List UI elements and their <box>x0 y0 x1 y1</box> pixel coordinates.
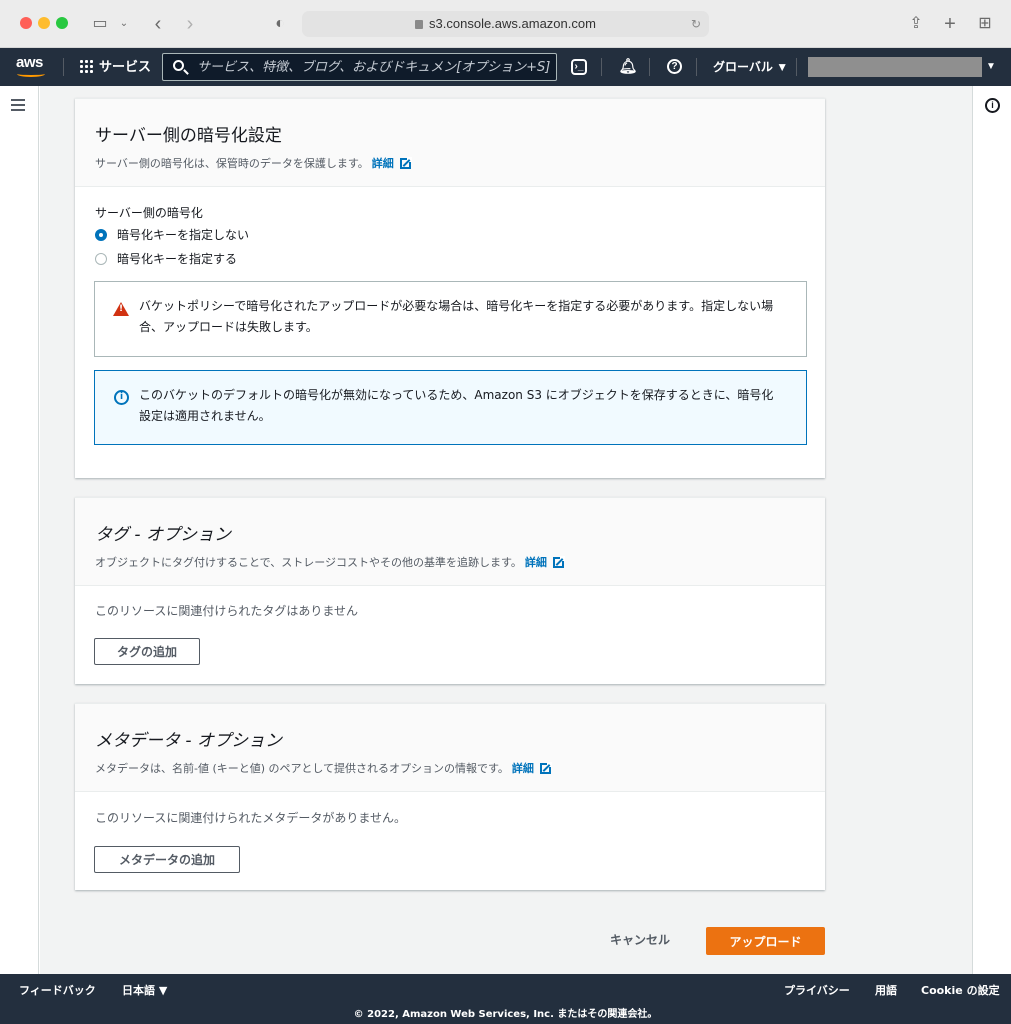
cancel-button[interactable]: キャンセル <box>610 926 670 954</box>
encryption-field-label: サーバー側の暗号化 <box>95 206 203 220</box>
metadata-description: メタデータは、名前-値 (キーと値) のペアとして提供されるオプションの情報です… <box>95 760 805 776</box>
metadata-title: メタデータ - オプション <box>95 731 282 751</box>
encryption-panel-header: サーバー側の暗号化設定 サーバー側の暗号化は、保管時のデータを保護します。 詳細 <box>75 99 825 187</box>
grid-icon <box>79 59 93 73</box>
radio-unselected[interactable] <box>95 252 107 265</box>
encryption-description-text: サーバー側の暗号化は、保管時のデータを保護します。 <box>95 157 369 170</box>
share-icon[interactable]: ⇪ <box>906 13 926 35</box>
info-icon[interactable]: i <box>985 98 1000 113</box>
back-icon[interactable]: ‹ <box>148 13 168 35</box>
tags-panel-header: タグ - オプション オブジェクトにタグ付けすることで、ストレージコストやその他… <box>75 498 825 586</box>
cloudshell-icon[interactable]: ›_ <box>571 59 587 75</box>
warning-text: バケットポリシーで暗号化されたアップロードが必要な場合は、暗号化キーを指定する必… <box>139 299 774 334</box>
services-label: サービス <box>99 59 152 74</box>
tags-empty-text: このリソースに関連付けられたタグはありません <box>95 604 359 618</box>
tags-panel: タグ - オプション オブジェクトにタグ付けすることで、ストレージコストやその他… <box>75 497 825 684</box>
url-text: s3.console.aws.amazon.com <box>429 16 596 31</box>
sidebar-toggle-icon[interactable]: ▭ <box>90 13 110 35</box>
cookie-preferences-link[interactable]: Cookie の設定 <box>921 982 1000 998</box>
menu-icon[interactable] <box>11 99 25 111</box>
address-bar[interactable]: s3.console.aws.amazon.com ↻ <box>302 11 709 37</box>
search-input[interactable] <box>197 54 552 80</box>
nav-divider <box>63 58 64 76</box>
metadata-info-link[interactable]: 詳細 <box>512 762 534 775</box>
tags-title: タグ - オプション <box>95 525 231 545</box>
encryption-title: サーバー側の暗号化設定 <box>95 126 282 146</box>
nav-divider <box>601 58 602 76</box>
add-metadata-button[interactable]: メタデータの追加 <box>94 846 240 873</box>
add-tag-button[interactable]: タグの追加 <box>94 638 200 665</box>
bell-icon[interactable]: 🔔︎ <box>618 57 638 77</box>
nav-divider <box>649 58 650 76</box>
close-window-button[interactable] <box>20 17 32 29</box>
radio-label: 暗号化キーを指定する <box>117 252 238 266</box>
tags-description: オブジェクトにタグ付けすることで、ストレージコストやその他の基準を追跡します。詳… <box>95 554 805 570</box>
external-link-icon[interactable] <box>399 157 412 169</box>
region-selector[interactable]: グローバル ▼ <box>713 48 788 86</box>
encryption-description: サーバー側の暗号化は、保管時のデータを保護します。 詳細 <box>95 155 805 171</box>
account-menu-caret[interactable]: ▼ <box>986 48 996 86</box>
new-tab-icon[interactable]: + <box>940 13 960 35</box>
external-link-icon[interactable] <box>552 556 565 568</box>
console-footer: フィードバック 日本語 ▼ プライバシー 用語 Cookie の設定 © 202… <box>0 974 1011 1024</box>
radio-no-encryption-key[interactable]: 暗号化キーを指定しない <box>95 226 249 243</box>
encryption-info-link[interactable]: 詳細 <box>372 157 394 170</box>
aws-logo[interactable]: aws <box>16 54 45 77</box>
copyright-text: © 2022, Amazon Web Services, Inc. またはその関… <box>353 1009 658 1020</box>
search-icon <box>173 60 184 71</box>
nav-divider <box>796 58 797 76</box>
metadata-panel: メタデータ - オプション メタデータは、名前-値 (キーと値) のペアとして提… <box>75 703 825 890</box>
warning-icon <box>113 302 129 316</box>
language-selector[interactable]: 日本語 ▼ <box>122 982 167 998</box>
nav-divider <box>696 58 697 76</box>
info-icon: i <box>114 390 129 405</box>
metadata-description-text: メタデータは、名前-値 (キーと値) のペアとして提供されるオプションの情報です… <box>95 762 509 775</box>
lock-icon <box>415 20 424 29</box>
right-tools-rail: i <box>972 86 1011 974</box>
feedback-link[interactable]: フィードバック <box>19 982 96 998</box>
account-name-redacted[interactable] <box>808 57 982 77</box>
chevron-down-icon[interactable]: ⌄ <box>118 13 130 35</box>
radio-specify-encryption-key[interactable]: 暗号化キーを指定する <box>95 250 237 267</box>
radio-selected[interactable] <box>95 228 107 241</box>
privacy-link[interactable]: プライバシー <box>784 982 850 998</box>
metadata-panel-header: メタデータ - オプション メタデータは、名前-値 (キーと値) のペアとして提… <box>75 704 825 792</box>
privacy-shield-icon[interactable]: ◐ <box>270 13 290 35</box>
info-text: このバケットのデフォルトの暗号化が無効になっているため、Amazon S3 にオ… <box>139 388 774 423</box>
terms-link[interactable]: 用語 <box>875 982 897 998</box>
warning-alert: バケットポリシーで暗号化されたアップロードが必要な場合は、暗号化キーを指定する必… <box>94 281 807 357</box>
main-content: サーバー側の暗号化設定 サーバー側の暗号化は、保管時のデータを保護します。 詳細 … <box>40 86 972 974</box>
services-menu-button[interactable]: サービス <box>79 48 151 86</box>
zoom-window-button[interactable] <box>56 17 68 29</box>
external-link-icon[interactable] <box>539 762 552 774</box>
tags-description-text: オブジェクトにタグ付けすることで、ストレージコストやその他の基準を追跡します。 <box>95 556 522 569</box>
reload-icon[interactable]: ↻ <box>691 11 701 37</box>
upload-button[interactable]: アップロード <box>706 927 825 955</box>
tab-overview-icon[interactable]: ⊞ <box>975 13 995 35</box>
forward-icon[interactable]: › <box>180 13 200 35</box>
minimize-window-button[interactable] <box>38 17 50 29</box>
browser-toolbar: ▭ ⌄ ‹ › ◐ s3.console.aws.amazon.com ↻ ⇪ … <box>0 0 1011 48</box>
left-navigation-rail <box>0 86 39 974</box>
encryption-panel: サーバー側の暗号化設定 サーバー側の暗号化は、保管時のデータを保護します。 詳細 … <box>75 98 825 478</box>
radio-label: 暗号化キーを指定しない <box>117 228 250 242</box>
metadata-empty-text: このリソースに関連付けられたメタデータがありません。 <box>95 811 407 825</box>
help-icon[interactable]: ? <box>667 59 682 74</box>
search-box[interactable] <box>162 53 557 81</box>
info-alert: i このバケットのデフォルトの暗号化が無効になっているため、Amazon S3 … <box>94 370 807 445</box>
tags-info-link[interactable]: 詳細 <box>525 556 547 569</box>
